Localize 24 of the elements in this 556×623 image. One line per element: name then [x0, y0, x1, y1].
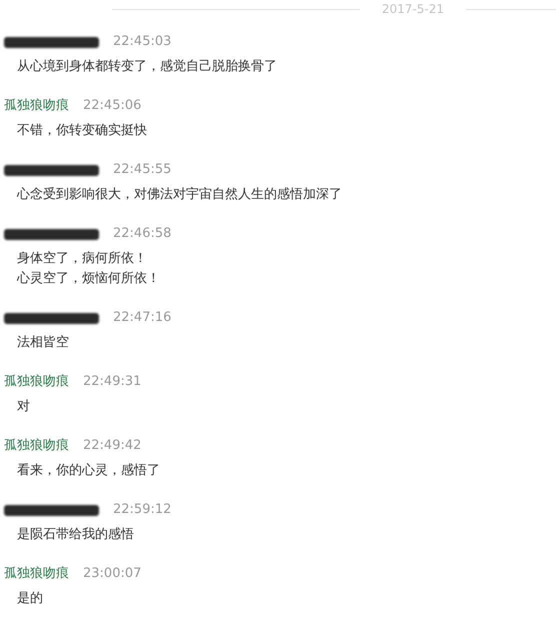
message-time: 22:45:55: [113, 161, 172, 180]
message-text: 是的: [17, 590, 44, 608]
message-text: 对: [17, 398, 31, 416]
message-time: 22:45:06: [83, 97, 142, 116]
message-text: 不错，你转变确实挺快: [17, 122, 148, 140]
message-time: 23:00:07: [83, 565, 142, 584]
message-text: 是陨石带给我的感悟: [17, 526, 135, 544]
message-text: 身体空了，病何所依！: [17, 250, 148, 268]
sender-name: 孤独狼吻痕: [4, 565, 69, 584]
message-text: 看来，你的心灵，感悟了: [17, 462, 161, 480]
sender-name: 孤独狼吻痕: [4, 97, 69, 116]
message-time: 22:45:03: [113, 33, 172, 52]
date-separator: 2017-5-21: [380, 1, 445, 18]
message-time: 22:46:58: [113, 225, 172, 244]
message-text: 从心境到身体都转变了，感觉自己脱胎换骨了: [17, 58, 278, 76]
message-time: 22:49:31: [83, 373, 142, 392]
message-time: 22:59:12: [113, 501, 172, 520]
message-text: 心灵空了，烦恼何所依！: [17, 270, 161, 288]
message-time: 22:47:16: [113, 309, 172, 328]
message-time: 22:49:42: [83, 437, 142, 456]
sender-name: 孤独狼吻痕: [4, 437, 69, 456]
message-text: 心念受到影响很大，对佛法对宇宙自然人生的感悟加深了: [17, 186, 343, 204]
message-text: 法相皆空: [17, 334, 70, 352]
sender-name: 孤独狼吻痕: [4, 373, 69, 392]
